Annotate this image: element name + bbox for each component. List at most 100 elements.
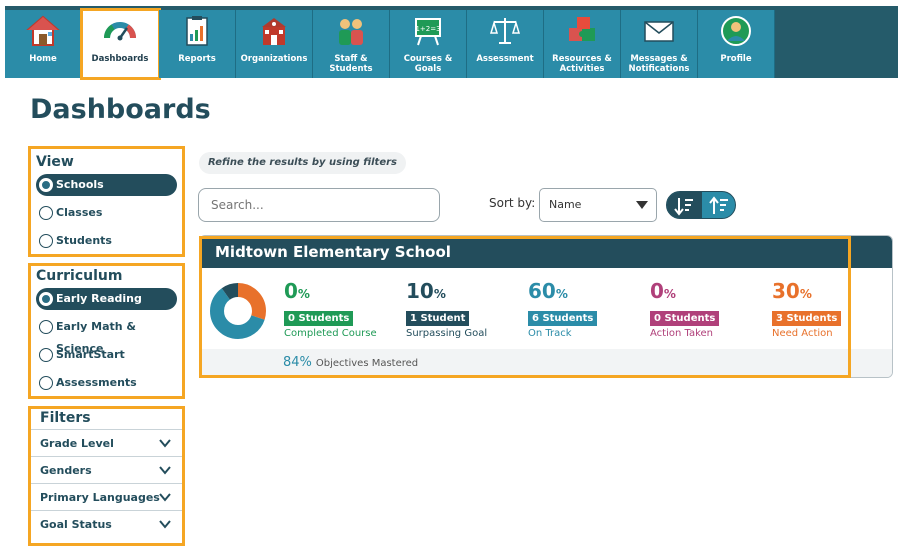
tab-courses-goals[interactable]: 1+2=3 Courses & Goals [390,10,467,78]
tab-dashboards[interactable]: Dashboards [80,8,161,80]
filter-genders[interactable]: Genders [31,456,182,483]
tab-profile[interactable]: Profile [698,10,775,78]
sort-select[interactable]: Name [539,188,657,222]
filter-goal-status[interactable]: Goal Status [31,510,182,537]
radio-selected-icon [39,178,53,192]
view-panel: View Schools Classes Students [28,146,185,257]
house-icon [26,15,60,46]
filter-primary-languages[interactable]: Primary Languages [31,483,182,510]
people-icon [339,19,363,45]
tab-home[interactable]: Home [5,10,82,78]
tab-label: Resources & Activities [552,54,612,74]
filters-panel: Filters Grade Level Genders Primary Lang… [28,406,185,546]
option-label: Classes [56,206,103,219]
stat-badge: 6 Students [528,311,598,326]
curriculum-option-smartstart[interactable]: SmartStart [36,344,177,366]
report-icon [186,16,208,46]
stat-percent-sign: % [799,287,812,301]
stat-caption: Need Action [772,328,833,339]
stat-caption: Action Taken [650,328,714,339]
sort-label: Sort by: [489,196,536,210]
gauge-icon [103,22,137,41]
radio-icon [39,376,53,390]
school-name: Midtown Elementary School [200,236,892,268]
tab-reports[interactable]: Reports [159,10,236,78]
filter-hint: Refine the results by using filters [199,152,406,174]
stat-badge: 3 Students [772,311,842,326]
stat-action-taken: 0% 0 Students Action Taken [650,279,720,339]
sort-descending-button[interactable] [667,192,702,218]
filters-title: Filters [40,410,91,426]
stat-percent: 30% [772,279,841,306]
sort-ascending-button[interactable] [702,192,735,218]
filter-label: Goal Status [40,518,112,531]
stat-percent: 0% [650,279,719,306]
option-label: SmartStart [56,348,125,361]
radio-icon [39,206,53,220]
puzzle-icon [569,17,595,41]
objectives-mastered-value: 84% [283,355,312,370]
stat-percent-sign: % [555,287,568,301]
filter-label: Genders [40,464,92,477]
chevron-down-icon [159,466,171,475]
sort-order-toggle [666,191,736,219]
tab-staff-students[interactable]: Staff & Students [313,10,390,78]
option-label: Students [56,234,112,247]
tab-label: Home [29,54,57,64]
progress-donut-chart [210,283,266,339]
user-icon [721,16,751,46]
tab-organizations[interactable]: Organizations [236,10,313,78]
stat-badge: 1 Student [406,311,470,326]
top-navigation: Home Dashboards Reports Organizations St… [5,6,898,80]
radio-icon [39,348,53,362]
sort-descending-icon [674,198,693,216]
stat-badge: 0 Students [650,311,720,326]
curriculum-option-early-math-science[interactable]: Early Math & Science [36,316,177,355]
stat-surpassing-goal: 10% 1 Student Surpassing Goal [406,279,487,339]
filter-label: Grade Level [40,437,114,450]
stat-caption: On Track [528,328,572,339]
stat-value: 60 [528,279,556,303]
tab-label: Organizations [240,54,308,64]
curriculum-panel: Curriculum Early Reading Early Math & Sc… [28,263,185,399]
curriculum-option-early-reading[interactable]: Early Reading [36,288,177,310]
search-input[interactable] [198,188,440,222]
view-option-students[interactable]: Students [36,230,177,252]
school-building-icon [262,18,286,45]
stat-percent: 60% [528,279,597,306]
scales-icon [489,18,521,44]
curriculum-title: Curriculum [36,268,123,284]
stat-percent-sign: % [433,287,446,301]
filter-label: Primary Languages [40,491,160,504]
view-title: View [36,154,74,170]
chevron-down-icon [159,520,171,529]
curriculum-option-assessments[interactable]: Assessments [36,372,177,394]
filter-grade-level[interactable]: Grade Level [31,429,182,456]
easel-icon: 1+2=3 [415,18,441,46]
stat-need-action: 30% 3 Students Need Action [772,279,842,339]
option-label: Schools [56,178,104,191]
tab-label: Staff & Students [329,54,373,74]
objectives-mastered-label: Objectives Mastered [315,358,419,369]
option-label: Early Reading [56,292,142,305]
tab-label: Reports [178,54,216,64]
stat-percent: 10% [406,279,487,306]
radio-icon [39,320,53,334]
view-option-classes[interactable]: Classes [36,202,177,224]
tab-label: Profile [720,54,752,64]
tab-label: Courses & Goals [403,54,453,74]
caret-down-icon [636,201,648,209]
radio-icon [39,234,53,248]
stat-percent-sign: % [663,287,676,301]
stat-value: 10 [406,279,434,303]
view-option-schools[interactable]: Schools [36,174,177,196]
sort-ascending-icon [709,196,728,214]
stat-percent: 0% [284,279,377,306]
tab-assessment[interactable]: Assessment [467,10,544,78]
stat-caption: Surpassing Goal [406,328,488,339]
tab-resources-activities[interactable]: Resources & Activities [544,10,621,78]
stat-value: 30 [772,279,800,303]
chevron-down-icon [159,439,171,448]
stat-badge: 0 Students [284,311,354,326]
tab-messages-notifications[interactable]: Messages & Notifications [621,10,698,78]
